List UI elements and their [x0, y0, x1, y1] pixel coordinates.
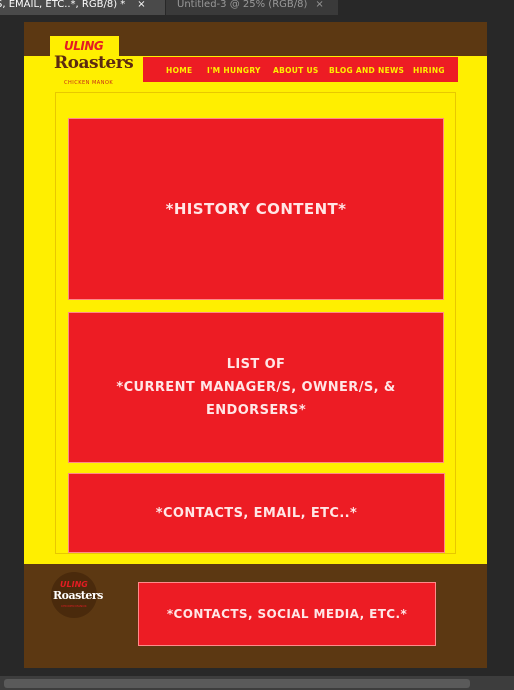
footer-logo-top-text: ULING	[60, 580, 88, 589]
list-heading: LIST OF	[226, 357, 286, 372]
horizontal-scrollbar[interactable]	[0, 676, 514, 690]
document-canvas[interactable]: ULING Roasters CHICKEN MANOK HOME I'M HU…	[24, 22, 487, 668]
nav-item-home[interactable]: HOME	[166, 66, 192, 75]
footer-contacts-text: *CONTACTS, SOCIAL MEDIA, ETC.*	[166, 607, 408, 621]
close-icon[interactable]: ×	[137, 0, 145, 10]
document-tab-active[interactable]: S, EMAIL, ETC..*, RGB/8) * ×	[0, 0, 165, 15]
contacts-block: *CONTACTS, EMAIL, ETC..*	[68, 473, 445, 553]
logo-top-text: ULING	[64, 39, 104, 53]
footer-logo: ULING Roasters CHICKEN MANOK	[51, 572, 103, 618]
photoshop-workspace: S, EMAIL, ETC..*, RGB/8) * × Untitled-3 @…	[0, 0, 514, 690]
scrollbar-thumb[interactable]	[4, 679, 470, 688]
list-subheading: *CURRENT MANAGER/S, OWNER/S, & ENDORSERS…	[116, 380, 396, 418]
document-tab-untitled-3[interactable]: Untitled-3 @ 25% (RGB/8) ×	[166, 0, 338, 15]
nav-item-hiring[interactable]: HIRING	[413, 66, 445, 75]
content-frame: *HISTORY CONTENT* LIST OF *CURRENT MANAG…	[55, 92, 456, 554]
history-content-block: *HISTORY CONTENT*	[68, 118, 444, 300]
tab-label: Untitled-3 @ 25% (RGB/8)	[177, 0, 308, 10]
nav-item-about[interactable]: ABOUT US	[273, 66, 319, 75]
footer-contacts-block: *CONTACTS, SOCIAL MEDIA, ETC.*	[138, 582, 436, 646]
tab-label: S, EMAIL, ETC..*, RGB/8) *	[0, 0, 126, 10]
nav-bar: HOME I'M HUNGRY ABOUT US BLOG AND NEWS H…	[143, 57, 458, 82]
footer-logo-main-text: Roasters	[53, 589, 103, 602]
logo-tagline: CHICKEN MANOK	[64, 80, 114, 86]
nav-item-hungry[interactable]: I'M HUNGRY	[207, 66, 261, 75]
managers-list-block: LIST OF *CURRENT MANAGER/S, OWNER/S, & E…	[68, 312, 444, 463]
footer-logo-tagline: CHICKEN MANOK	[61, 604, 87, 608]
contacts-text: *CONTACTS, EMAIL, ETC..*	[155, 505, 358, 521]
nav-item-blog[interactable]: BLOG AND NEWS	[329, 66, 404, 75]
logo-main-text: Roasters	[54, 53, 134, 73]
document-tab-bar: S, EMAIL, ETC..*, RGB/8) * × Untitled-3 @…	[0, 0, 514, 15]
close-icon[interactable]: ×	[315, 0, 323, 10]
history-content-text: *HISTORY CONTENT*	[165, 200, 347, 218]
